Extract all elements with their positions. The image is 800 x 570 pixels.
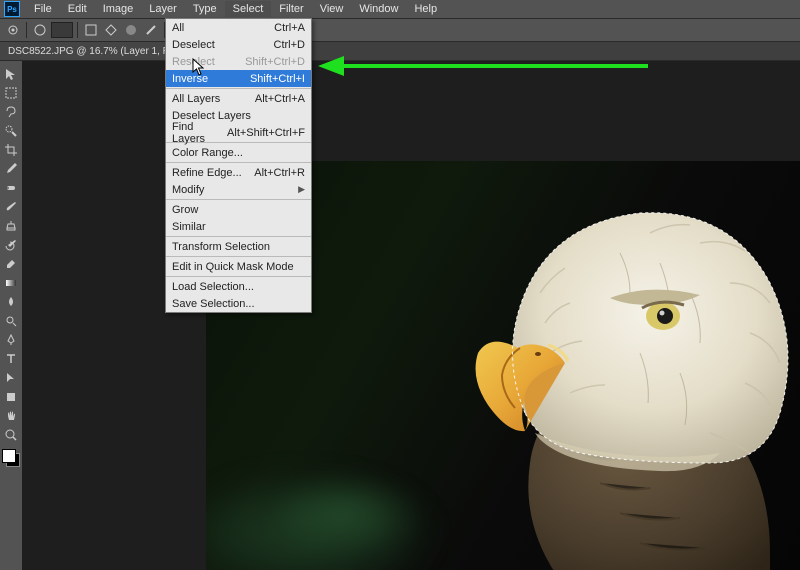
select-menu-dropdown: All Ctrl+A Deselect Ctrl+D ReselectShift+Ctr…	[165, 18, 312, 313]
menu-view[interactable]: View	[312, 1, 352, 17]
menu-layer[interactable]: Layer	[141, 1, 185, 17]
brush-size-dropdown[interactable]	[51, 22, 73, 38]
pen-tool[interactable]	[2, 331, 20, 349]
brush-preset-picker[interactable]	[31, 21, 49, 39]
opt-icon-3[interactable]	[122, 21, 140, 39]
menu-file[interactable]: File	[26, 1, 60, 17]
menu-separator	[166, 199, 311, 200]
menu-filter[interactable]: Filter	[271, 1, 311, 17]
menu-item-label: Grow	[172, 204, 198, 216]
menu-item-label: Modify	[172, 184, 204, 196]
menu-item-reselect: ReselectShift+Ctrl+D	[166, 53, 311, 70]
menu-item-all-layers[interactable]: All Layers Alt+Ctrl+A	[166, 90, 311, 107]
menu-item-grow[interactable]: Grow	[166, 201, 311, 218]
menu-item-similar[interactable]: Similar	[166, 218, 311, 235]
type-tool[interactable]	[2, 350, 20, 368]
menu-item-label: Load Selection...	[172, 281, 254, 293]
menu-item-inverse[interactable]: InverseShift+Ctrl+I	[166, 70, 311, 87]
menu-item-refine-edge[interactable]: Refine Edge... Alt+Ctrl+R	[166, 164, 311, 181]
menu-item-shortcut: Shift+Ctrl+D	[245, 56, 305, 68]
menu-item-modify[interactable]: Modify ▶	[166, 181, 311, 198]
menu-item-color-range[interactable]: Color Range...	[166, 144, 311, 161]
path-select-tool[interactable]	[2, 369, 20, 387]
color-swatches[interactable]	[2, 449, 20, 467]
dodge-tool[interactable]	[2, 312, 20, 330]
menu-item-shortcut: Shift+Ctrl+I	[250, 73, 305, 85]
canvas-area[interactable]	[22, 61, 800, 570]
crop-tool[interactable]	[2, 141, 20, 159]
mouse-cursor-icon	[192, 58, 206, 76]
move-tool[interactable]	[2, 65, 20, 83]
history-brush-tool[interactable]	[2, 236, 20, 254]
clone-stamp-tool[interactable]	[2, 217, 20, 235]
submenu-arrow-icon: ▶	[298, 184, 305, 195]
selection-marquee	[370, 161, 800, 570]
healing-brush-tool[interactable]	[2, 179, 20, 197]
menu-separator	[166, 162, 311, 163]
menu-item-all[interactable]: All Ctrl+A	[166, 19, 311, 36]
menu-help[interactable]: Help	[406, 1, 445, 17]
menu-item-label: Save Selection...	[172, 298, 255, 310]
menu-edit[interactable]: Edit	[60, 1, 95, 17]
opt-icon-4[interactable]	[142, 21, 160, 39]
menu-item-label: All	[172, 22, 184, 34]
menu-item-save-selection[interactable]: Save Selection...	[166, 295, 311, 312]
menu-item-label: Similar	[172, 221, 206, 233]
options-bar: Sam	[0, 19, 800, 42]
blur-tool[interactable]	[2, 293, 20, 311]
opt-icon-2[interactable]	[102, 21, 120, 39]
lasso-tool[interactable]	[2, 103, 20, 121]
tools-panel	[0, 61, 23, 570]
menu-separator	[166, 236, 311, 237]
workspace	[0, 61, 800, 570]
menu-separator	[166, 88, 311, 89]
separator	[26, 22, 27, 38]
gradient-tool[interactable]	[2, 274, 20, 292]
menu-separator	[166, 276, 311, 277]
eyedropper-tool[interactable]	[2, 160, 20, 178]
menu-item-label: Transform Selection	[172, 241, 270, 253]
rectangle-tool[interactable]	[2, 388, 20, 406]
menu-item-edit-in-quick-mask-mode[interactable]: Edit in Quick Mask Mode	[166, 258, 311, 275]
menu-image[interactable]: Image	[95, 1, 142, 17]
active-tool-icon[interactable]	[4, 21, 22, 39]
separator	[77, 22, 78, 38]
menu-item-label: Color Range...	[172, 147, 243, 159]
marquee-tool[interactable]	[2, 84, 20, 102]
menu-separator	[166, 256, 311, 257]
menu-item-shortcut: Alt+Ctrl+A	[255, 93, 305, 105]
menu-item-shortcut: Ctrl+D	[274, 39, 305, 51]
foreground-color-swatch[interactable]	[2, 449, 16, 463]
menu-item-label: Deselect	[172, 39, 215, 51]
menu-item-label: Refine Edge...	[172, 167, 242, 179]
menu-item-shortcut: Alt+Ctrl+R	[254, 167, 305, 179]
menu-bar: Ps File Edit Image Layer Type Select Fil…	[0, 0, 800, 19]
menu-item-transform-selection[interactable]: Transform Selection	[166, 238, 311, 255]
quick-select-tool[interactable]	[2, 122, 20, 140]
menu-type[interactable]: Type	[185, 1, 225, 17]
eraser-tool[interactable]	[2, 255, 20, 273]
annotation-arrow-icon	[318, 56, 648, 76]
menu-item-label: Edit in Quick Mask Mode	[172, 261, 294, 273]
menu-item-load-selection[interactable]: Load Selection...	[166, 278, 311, 295]
menu-item-label: All Layers	[172, 93, 220, 105]
opt-icon-1[interactable]	[82, 21, 100, 39]
zoom-tool[interactable]	[2, 426, 20, 444]
app-logo-icon: Ps	[4, 1, 20, 17]
menu-item-deselect[interactable]: Deselect Ctrl+D	[166, 36, 311, 53]
menu-select[interactable]: Select	[225, 1, 272, 17]
menu-item-shortcut: Ctrl+A	[274, 22, 305, 34]
menu-item-shortcut: Alt+Shift+Ctrl+F	[227, 127, 305, 139]
brush-tool[interactable]	[2, 198, 20, 216]
menu-item-find-layers[interactable]: Find LayersAlt+Shift+Ctrl+F	[166, 124, 311, 141]
hand-tool[interactable]	[2, 407, 20, 425]
menu-window[interactable]: Window	[351, 1, 406, 17]
menu-item-label: Find Layers	[172, 121, 227, 145]
